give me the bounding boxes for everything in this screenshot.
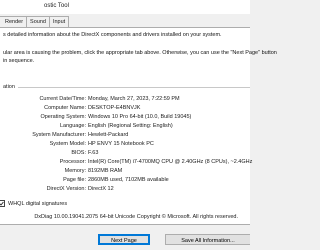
field-value-language: English (Regional Setting: English) (88, 123, 173, 129)
whql-checkbox[interactable] (0, 200, 5, 207)
field-value-memory: 8192MB RAM (88, 168, 123, 174)
tab-input[interactable]: Input (48, 16, 70, 27)
window-title: ostic Tool (44, 3, 69, 9)
title-bar: ostic Tool (0, 0, 250, 14)
field-value-os: Windows 10 Pro 64-bit (10.0, Build 19045… (88, 114, 192, 120)
system-tab-panel: s detailed information about the DirectX… (0, 27, 277, 225)
tab-sound[interactable]: Sound (26, 16, 50, 27)
intro-line-3: in sequence. (3, 58, 35, 64)
field-label-processor: Processor: (59, 159, 86, 165)
tab-render[interactable]: Render (0, 16, 28, 27)
field-value-datetime: Monday, March 27, 2023, 7:22:59 PM (88, 96, 180, 102)
field-value-model: HP ENVY 15 Notebook PC (88, 141, 154, 147)
next-page-button[interactable]: Next Page (98, 234, 150, 245)
field-value-page-file: 2860MB used, 7102MB available (88, 177, 169, 183)
field-label-directx-version: DirectX Version: (46, 186, 86, 192)
whql-checkbox-label: WHQL digital signatures (8, 200, 68, 207)
field-label-manufacturer: System Manufacturer: (32, 132, 86, 138)
field-label-computer-name: Computer Name: (44, 105, 86, 111)
field-label-model: System Model: (49, 141, 86, 147)
field-value-processor: Intel(R) Core(TM) i7-4700MQ CPU @ 2.40GH… (88, 159, 253, 165)
field-value-directx-version: DirectX 12 (88, 186, 114, 192)
field-label-page-file: Page file: (63, 177, 86, 183)
field-value-bios: F.63 (88, 150, 99, 156)
field-label-bios: BIOS: (71, 150, 86, 156)
field-label-datetime: Current Date/Time: (39, 96, 86, 102)
save-all-information-button[interactable]: Save All Information... (165, 234, 250, 245)
section-divider (18, 87, 250, 88)
checkmark-icon (0, 201, 4, 206)
dxdiag-version-text: DxDiag 10.00.19041.2075 64-bit Unicode C… (34, 214, 238, 220)
field-label-language: Language: (60, 123, 86, 129)
tab-strip: Render Sound Input (0, 16, 70, 27)
intro-line-1: s detailed information about the DirectX… (3, 32, 222, 38)
section-header-system-information: ation (3, 84, 15, 90)
field-label-memory: Memory: (64, 168, 86, 174)
field-value-computer-name: DESKTOP-E4BNVJK (88, 105, 141, 111)
field-label-os: Operating System: (40, 114, 86, 120)
intro-line-2: ular area is causing the problem, click … (3, 50, 277, 56)
whql-checkbox-row[interactable]: WHQL digital signatures (0, 200, 67, 207)
field-value-manufacturer: Hewlett-Packard (88, 132, 129, 138)
